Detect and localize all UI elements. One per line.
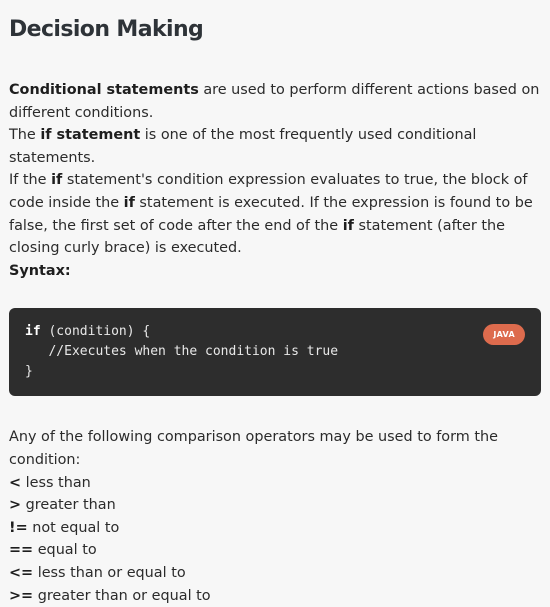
operator-item: >= greater than or equal to (9, 585, 541, 607)
syntax-label: Syntax: (9, 260, 541, 283)
lesson-intro: Conditional statements are used to perfo… (9, 79, 541, 282)
operator-item: < less than (9, 472, 541, 495)
term-if-statement: if statement (40, 127, 140, 143)
operator-item: != not equal to (9, 517, 541, 540)
page-title: Decision Making (9, 0, 541, 45)
code-line-1: if (condition) { (25, 322, 525, 342)
lesson-page: Decision Making Conditional statements a… (0, 0, 550, 607)
operator-item: > greater than (9, 494, 541, 517)
language-badge: JAVA (483, 324, 525, 345)
intro-paragraph-3: If the if statement's condition expressi… (9, 169, 541, 259)
operators-intro: Any of the following comparison operator… (9, 426, 541, 471)
code-line-3: } (25, 362, 525, 382)
term-conditional-statements: Conditional statements (9, 82, 199, 98)
intro-paragraph-1: Conditional statements are used to perfo… (9, 79, 541, 124)
code-line-2: //Executes when the condition is true (25, 342, 525, 362)
operator-item: <= less than or equal to (9, 562, 541, 585)
operators-section: Any of the following comparison operator… (9, 426, 541, 607)
code-block[interactable]: JAVA if (condition) { //Executes when th… (9, 308, 541, 396)
operator-item: == equal to (9, 539, 541, 562)
intro-paragraph-2: The if statement is one of the most freq… (9, 124, 541, 169)
